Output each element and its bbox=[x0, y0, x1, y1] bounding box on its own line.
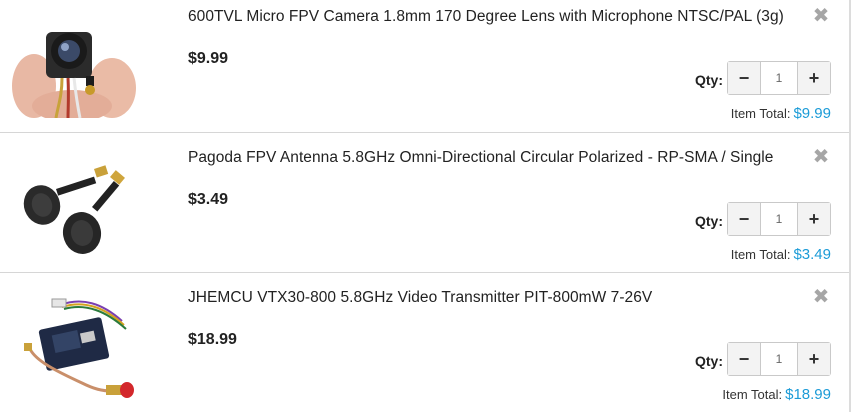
qty-label: Qty: bbox=[695, 353, 723, 369]
decrease-qty-button[interactable]: − bbox=[728, 343, 761, 375]
product-image-camera[interactable] bbox=[12, 6, 136, 118]
quantity-stepper: − + bbox=[727, 342, 831, 376]
product-image-antenna[interactable] bbox=[12, 147, 136, 259]
product-price: $18.99 bbox=[188, 331, 237, 348]
product-title[interactable]: 600TVL Micro FPV Camera 1.8mm 170 Degree… bbox=[188, 8, 784, 26]
item-total-label: Item Total: bbox=[722, 387, 783, 402]
product-title[interactable]: JHEMCU VTX30-800 5.8GHz Video Transmitte… bbox=[188, 289, 652, 307]
item-total-label: Item Total: bbox=[730, 247, 791, 262]
item-total: Item Total: $9.99 bbox=[731, 105, 831, 122]
scrollbar-edge bbox=[849, 0, 851, 412]
product-title[interactable]: Pagoda FPV Antenna 5.8GHz Omni-Direction… bbox=[188, 149, 773, 167]
remove-item-icon[interactable]: ✖ bbox=[812, 6, 830, 26]
quantity-stepper: − + bbox=[727, 202, 831, 236]
remove-item-icon[interactable]: ✖ bbox=[812, 287, 830, 307]
qty-input[interactable] bbox=[761, 203, 797, 235]
qty-label: Qty: bbox=[695, 213, 723, 229]
cart-item: Pagoda FPV Antenna 5.8GHz Omni-Direction… bbox=[0, 133, 849, 273]
qty-label: Qty: bbox=[695, 72, 723, 88]
item-total: Item Total: $18.99 bbox=[722, 386, 831, 403]
item-total-label: Item Total: bbox=[730, 106, 791, 121]
increase-qty-button[interactable]: + bbox=[797, 62, 830, 94]
product-price: $9.99 bbox=[188, 50, 229, 67]
product-image-transmitter[interactable] bbox=[12, 287, 136, 399]
antenna-image-icon bbox=[12, 147, 136, 259]
item-total: Item Total: $3.49 bbox=[731, 246, 831, 263]
cart-items-list: 600TVL Micro FPV Camera 1.8mm 170 Degree… bbox=[0, 0, 855, 412]
item-total-amount: $9.99 bbox=[793, 105, 831, 122]
cart-item: JHEMCU VTX30-800 5.8GHz Video Transmitte… bbox=[0, 273, 849, 413]
transmitter-image-icon bbox=[12, 287, 136, 399]
remove-item-icon[interactable]: ✖ bbox=[812, 147, 830, 167]
increase-qty-button[interactable]: + bbox=[797, 343, 830, 375]
qty-input[interactable] bbox=[761, 62, 797, 94]
product-price: $3.49 bbox=[188, 191, 229, 208]
decrease-qty-button[interactable]: − bbox=[728, 62, 761, 94]
item-total-amount: $3.49 bbox=[793, 246, 831, 263]
cart-item: 600TVL Micro FPV Camera 1.8mm 170 Degree… bbox=[0, 0, 849, 132]
qty-input[interactable] bbox=[761, 343, 797, 375]
item-total-amount: $18.99 bbox=[785, 386, 831, 403]
quantity-stepper: − + bbox=[727, 61, 831, 95]
camera-image-icon bbox=[12, 6, 136, 118]
increase-qty-button[interactable]: + bbox=[797, 203, 830, 235]
decrease-qty-button[interactable]: − bbox=[728, 203, 761, 235]
